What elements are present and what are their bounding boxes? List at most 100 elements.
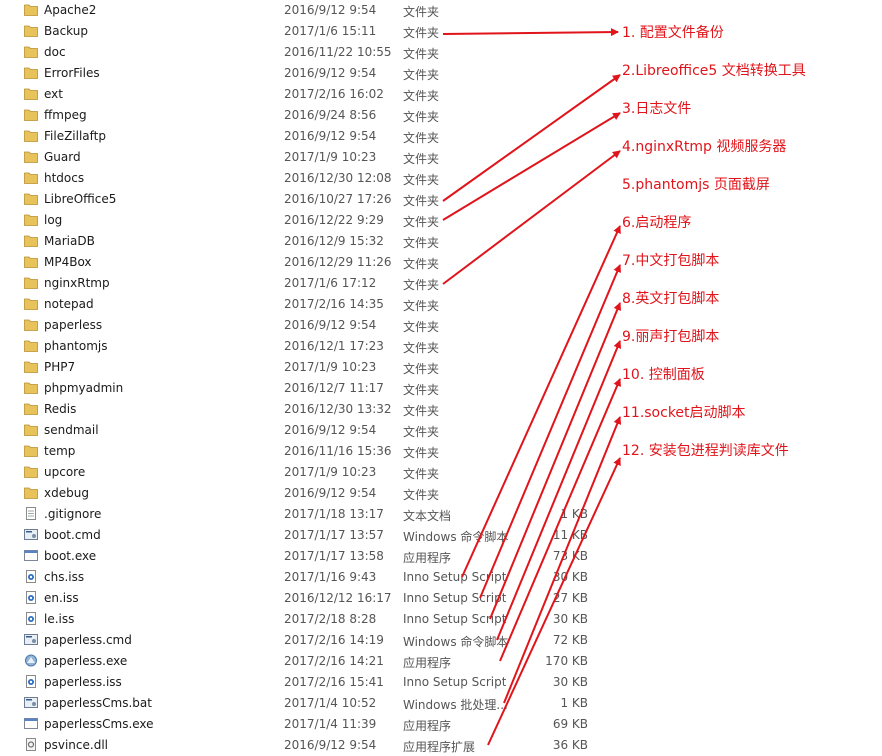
file-row[interactable]: paperless.exe 2017/2/16 14:21 应用程序 170 KB bbox=[0, 651, 600, 672]
file-name: Apache2 bbox=[44, 3, 97, 17]
file-name: phantomjs bbox=[44, 339, 108, 353]
file-row[interactable]: nginxRtmp 2017/1/6 17:12 文件夹 bbox=[0, 273, 600, 294]
folder-icon bbox=[24, 486, 38, 499]
file-row[interactable]: log 2016/12/22 9:29 文件夹 bbox=[0, 210, 600, 231]
file-size: 27 KB bbox=[552, 591, 588, 605]
file-date: 2017/1/18 13:17 bbox=[284, 507, 384, 521]
file-row[interactable]: MariaDB 2016/12/9 15:32 文件夹 bbox=[0, 231, 600, 252]
file-date: 2017/1/9 10:23 bbox=[284, 360, 377, 374]
file-row[interactable]: xdebug 2016/9/12 9:54 文件夹 bbox=[0, 483, 600, 504]
file-type: 文件夹 bbox=[403, 68, 440, 82]
file-row[interactable]: Redis 2016/12/30 13:32 文件夹 bbox=[0, 399, 600, 420]
file-name: notepad bbox=[44, 297, 94, 311]
file-row[interactable]: paperlessCms.bat 2017/1/4 10:52 Windows 批处… bbox=[0, 693, 600, 714]
file-row[interactable]: .gitignore 2017/1/18 13:17 文本文档 1 KB bbox=[0, 504, 600, 525]
folder-icon bbox=[24, 297, 38, 310]
file-row[interactable]: MP4Box 2016/12/29 11:26 文件夹 bbox=[0, 252, 600, 273]
file-row[interactable]: sendmail 2016/9/12 9:54 文件夹 bbox=[0, 420, 600, 441]
file-date: 2016/9/24 8:56 bbox=[284, 108, 377, 122]
annotation-10: 10. 控制面板 bbox=[622, 367, 705, 383]
file-type: 文件夹 bbox=[403, 404, 440, 418]
file-type: 应用程序扩展 bbox=[403, 740, 476, 754]
file-name: htdocs bbox=[44, 171, 85, 185]
file-row[interactable]: doc 2016/11/22 10:55 文件夹 bbox=[0, 42, 600, 63]
file-type: 文件夹 bbox=[403, 383, 440, 397]
file-size: 69 KB bbox=[552, 717, 588, 731]
file-row[interactable]: boot.cmd 2017/1/17 13:57 Windows 命令脚本 11 KB bbox=[0, 525, 600, 546]
folder-icon bbox=[24, 444, 38, 457]
folder-icon bbox=[24, 402, 38, 415]
file-row[interactable]: en.iss 2016/12/12 16:17 Inno Setup Script 2… bbox=[0, 588, 600, 609]
file-size: 73 KB bbox=[552, 549, 588, 563]
annotation-9: 9.丽声打包脚本 bbox=[622, 329, 720, 345]
file-type: 文件夹 bbox=[403, 425, 440, 439]
file-row[interactable]: paperlessCms.exe 2017/1/4 11:39 应用程序 69 KB bbox=[0, 714, 600, 735]
file-type: 文件夹 bbox=[403, 131, 440, 145]
file-row[interactable]: PHP7 2017/1/9 10:23 文件夹 bbox=[0, 357, 600, 378]
file-row[interactable]: FileZillaftp 2016/9/12 9:54 文件夹 bbox=[0, 126, 600, 147]
file-row[interactable]: Apache2 2016/9/12 9:54 文件夹 bbox=[0, 0, 600, 21]
file-row[interactable]: temp 2016/11/16 15:36 文件夹 bbox=[0, 441, 600, 462]
file-row[interactable]: LibreOffice5 2016/10/27 17:26 文件夹 bbox=[0, 189, 600, 210]
setup-script-icon bbox=[24, 612, 38, 625]
file-date: 2016/9/12 9:54 bbox=[284, 129, 377, 143]
file-row[interactable]: upcore 2017/1/9 10:23 文件夹 bbox=[0, 462, 600, 483]
file-date: 2017/2/18 8:28 bbox=[284, 612, 377, 626]
folder-icon bbox=[24, 381, 38, 394]
file-row[interactable]: ffmpeg 2016/9/24 8:56 文件夹 bbox=[0, 105, 600, 126]
folder-icon bbox=[24, 108, 38, 121]
file-row[interactable]: chs.iss 2017/1/16 9:43 Inno Setup Script 30… bbox=[0, 567, 600, 588]
file-date: 2016/9/12 9:54 bbox=[284, 318, 377, 332]
annotation-6: 6.启动程序 bbox=[622, 215, 692, 231]
annotation-4: 4.nginxRtmp 视频服务器 bbox=[622, 139, 787, 155]
file-row[interactable]: phpmyadmin 2016/12/7 11:17 文件夹 bbox=[0, 378, 600, 399]
file-date: 2016/12/30 12:08 bbox=[284, 171, 392, 185]
file-type: 文件夹 bbox=[403, 152, 440, 166]
folder-icon bbox=[24, 3, 38, 16]
folder-icon bbox=[24, 171, 38, 184]
file-date: 2017/1/9 10:23 bbox=[284, 465, 377, 479]
file-type: Windows 批处理... bbox=[403, 698, 508, 712]
file-name: chs.iss bbox=[44, 570, 85, 584]
file-name: psvince.dll bbox=[44, 738, 108, 752]
folder-icon bbox=[24, 24, 38, 37]
file-date: 2016/9/12 9:54 bbox=[284, 66, 377, 80]
file-row[interactable]: Guard 2017/1/9 10:23 文件夹 bbox=[0, 147, 600, 168]
file-type: 文件夹 bbox=[403, 110, 440, 124]
file-type: Inno Setup Script bbox=[403, 612, 507, 626]
dll-file-icon bbox=[24, 738, 38, 751]
folder-icon bbox=[24, 213, 38, 226]
file-date: 2016/9/12 9:54 bbox=[284, 738, 377, 752]
folder-icon bbox=[24, 276, 38, 289]
file-type: 文件夹 bbox=[403, 194, 440, 208]
file-row[interactable]: Backup 2017/1/6 15:11 文件夹 bbox=[0, 21, 600, 42]
file-size: 30 KB bbox=[552, 675, 588, 689]
file-date: 2017/1/4 11:39 bbox=[284, 717, 377, 731]
file-row[interactable]: boot.exe 2017/1/17 13:58 应用程序 73 KB bbox=[0, 546, 600, 567]
folder-icon bbox=[24, 192, 38, 205]
file-date: 2016/9/12 9:54 bbox=[284, 423, 377, 437]
file-row[interactable]: paperless.iss 2017/2/16 15:41 Inno Setup S… bbox=[0, 672, 600, 693]
file-name: MP4Box bbox=[44, 255, 92, 269]
file-row[interactable]: ErrorFiles 2016/9/12 9:54 文件夹 bbox=[0, 63, 600, 84]
annotation-12: 12. 安装包进程判读库文件 bbox=[622, 443, 789, 459]
file-row[interactable]: ext 2017/2/16 16:02 文件夹 bbox=[0, 84, 600, 105]
file-row[interactable]: paperless 2016/9/12 9:54 文件夹 bbox=[0, 315, 600, 336]
folder-icon bbox=[24, 255, 38, 268]
folder-icon bbox=[24, 360, 38, 373]
file-row[interactable]: phantomjs 2016/12/1 17:23 文件夹 bbox=[0, 336, 600, 357]
file-size: 1 KB bbox=[560, 507, 588, 521]
file-type: 文件夹 bbox=[403, 467, 440, 481]
text-file-icon bbox=[24, 507, 38, 520]
file-date: 2017/1/9 10:23 bbox=[284, 150, 377, 164]
file-row[interactable]: notepad 2017/2/16 14:35 文件夹 bbox=[0, 294, 600, 315]
file-date: 2016/12/22 9:29 bbox=[284, 213, 384, 227]
file-row[interactable]: htdocs 2016/12/30 12:08 文件夹 bbox=[0, 168, 600, 189]
file-type: 文件夹 bbox=[403, 26, 440, 40]
file-date: 2016/11/22 10:55 bbox=[284, 45, 392, 59]
file-type: Windows 命令脚本 bbox=[403, 635, 509, 649]
file-row[interactable]: le.iss 2017/2/18 8:28 Inno Setup Script 30 … bbox=[0, 609, 600, 630]
file-row[interactable]: paperless.cmd 2017/2/16 14:19 Windows 命令脚本… bbox=[0, 630, 600, 651]
file-name: paperlessCms.exe bbox=[44, 717, 154, 731]
file-row[interactable]: psvince.dll 2016/9/12 9:54 应用程序扩展 36 KB bbox=[0, 735, 600, 756]
